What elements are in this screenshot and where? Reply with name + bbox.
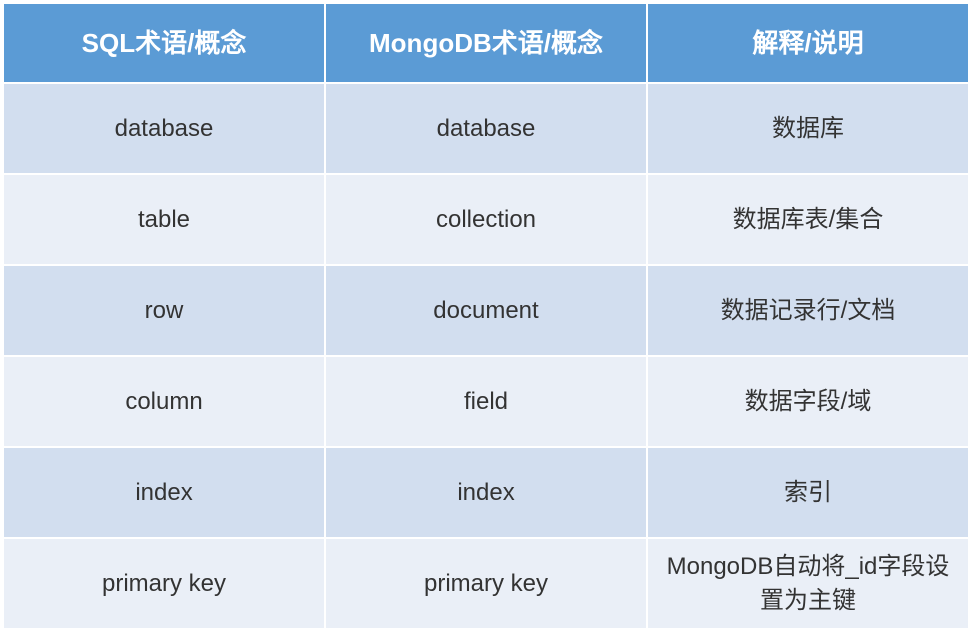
table-row: index index 索引 [4, 446, 968, 537]
cell-desc: 索引 [648, 448, 968, 537]
cell-sql: primary key [4, 539, 326, 628]
cell-mongo: document [326, 266, 648, 355]
cell-mongo: collection [326, 175, 648, 264]
cell-desc: 数据库表/集合 [648, 175, 968, 264]
cell-desc: 数据字段/域 [648, 357, 968, 446]
comparison-table: SQL术语/概念 MongoDB术语/概念 解释/说明 database dat… [4, 4, 968, 628]
cell-mongo: primary key [326, 539, 648, 628]
table-header-row: SQL术语/概念 MongoDB术语/概念 解释/说明 [4, 4, 968, 82]
cell-desc: 数据库 [648, 84, 968, 173]
header-sql: SQL术语/概念 [4, 4, 326, 82]
header-desc: 解释/说明 [648, 4, 968, 82]
table-row: database database 数据库 [4, 82, 968, 173]
table-row: table collection 数据库表/集合 [4, 173, 968, 264]
cell-desc: MongoDB自动将_id字段设置为主键 [648, 539, 968, 628]
cell-mongo: index [326, 448, 648, 537]
cell-sql: database [4, 84, 326, 173]
cell-mongo: database [326, 84, 648, 173]
cell-sql: row [4, 266, 326, 355]
cell-mongo: field [326, 357, 648, 446]
cell-sql: table [4, 175, 326, 264]
table-row: row document 数据记录行/文档 [4, 264, 968, 355]
table-row: column field 数据字段/域 [4, 355, 968, 446]
cell-desc: 数据记录行/文档 [648, 266, 968, 355]
cell-sql: column [4, 357, 326, 446]
table-row: primary key primary key MongoDB自动将_id字段设… [4, 537, 968, 628]
cell-sql: index [4, 448, 326, 537]
header-mongo: MongoDB术语/概念 [326, 4, 648, 82]
